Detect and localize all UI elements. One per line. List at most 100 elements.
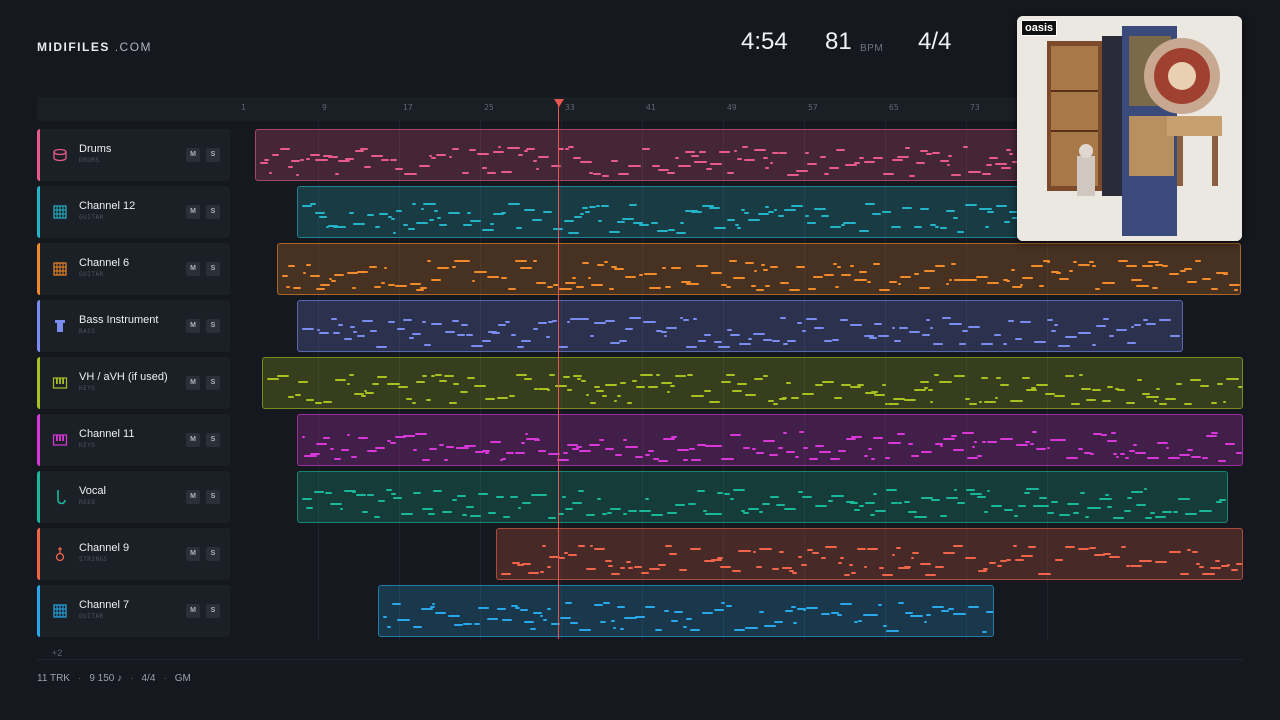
midi-note <box>721 458 734 460</box>
midi-note <box>492 151 505 153</box>
midi-note <box>689 629 700 631</box>
midi-note <box>581 380 586 382</box>
midi-note <box>1089 261 1094 263</box>
solo-button[interactable]: S <box>206 604 220 618</box>
mute-button[interactable]: M <box>186 319 200 333</box>
track-region[interactable] <box>254 129 1094 181</box>
solo-button[interactable]: S <box>206 148 220 162</box>
midi-note <box>813 276 824 278</box>
midi-note <box>611 573 621 575</box>
mute-button[interactable]: M <box>186 205 200 219</box>
midi-note <box>973 441 978 443</box>
midi-note <box>446 446 455 448</box>
track-header[interactable]: VH / aVH (if used) KEYS M S <box>37 357 230 409</box>
midi-note <box>996 205 1007 207</box>
track-region[interactable] <box>296 414 1243 466</box>
midi-note <box>1211 288 1219 290</box>
midi-note <box>276 375 289 377</box>
midi-note <box>1146 396 1160 398</box>
midi-note <box>635 456 644 458</box>
track-region[interactable] <box>496 528 1243 580</box>
playhead-handle[interactable] <box>554 99 564 107</box>
track-header[interactable]: Channel 6 GUITAR M S <box>37 243 230 295</box>
midi-note <box>386 383 400 385</box>
midi-note <box>605 448 614 450</box>
midi-note <box>982 568 988 570</box>
midi-note <box>966 457 978 459</box>
mute-button[interactable]: M <box>186 376 200 390</box>
midi-note <box>874 510 887 512</box>
midi-note <box>811 552 820 554</box>
midi-note <box>604 384 617 386</box>
mute-button[interactable]: M <box>186 262 200 276</box>
track-region[interactable] <box>378 585 994 637</box>
solo-button[interactable]: S <box>206 433 220 447</box>
midi-note <box>492 332 500 334</box>
midi-note <box>386 489 392 491</box>
midi-note <box>551 320 557 322</box>
midi-note <box>1054 559 1064 561</box>
more-tracks-indicator[interactable]: +2 <box>52 648 62 658</box>
midi-note <box>1047 319 1053 321</box>
playhead[interactable] <box>558 104 559 639</box>
solo-button[interactable]: S <box>206 205 220 219</box>
midi-note <box>744 262 754 264</box>
midi-note <box>370 330 378 332</box>
mute-button[interactable]: M <box>186 490 200 504</box>
midi-note <box>1064 546 1076 548</box>
solo-button[interactable]: S <box>206 376 220 390</box>
midi-note <box>554 385 568 387</box>
midi-note <box>790 606 796 608</box>
track-region[interactable] <box>296 186 1094 238</box>
solo-button[interactable]: S <box>206 262 220 276</box>
ruler-tick: 57 <box>808 103 818 112</box>
midi-note <box>617 395 621 397</box>
midi-note <box>743 447 751 449</box>
track-region[interactable] <box>296 471 1229 523</box>
midi-note <box>288 396 295 398</box>
mute-button[interactable]: M <box>186 604 200 618</box>
midi-note <box>679 222 684 224</box>
midi-note <box>991 505 1002 507</box>
track-header[interactable]: Bass Instrument BASS M S <box>37 300 230 352</box>
mute-button[interactable]: M <box>186 148 200 162</box>
mute-button[interactable]: M <box>186 433 200 447</box>
midi-note <box>753 270 758 272</box>
track-header[interactable]: Channel 11 KEYS M S <box>37 414 230 466</box>
track-region[interactable] <box>296 300 1184 352</box>
midi-note <box>843 222 856 224</box>
footer-divider <box>37 659 1243 660</box>
midi-note <box>958 343 967 345</box>
midi-note <box>612 627 616 629</box>
track-header[interactable]: Channel 12 GUITAR M S <box>37 186 230 238</box>
midi-note <box>753 333 765 335</box>
solo-button[interactable]: S <box>206 490 220 504</box>
midi-note <box>1014 515 1018 517</box>
solo-button[interactable]: S <box>206 319 220 333</box>
track-region[interactable] <box>261 357 1243 409</box>
track-header[interactable]: Channel 9 STRINGS M S <box>37 528 230 580</box>
track-header[interactable]: Drums DRUMS M S <box>37 129 230 181</box>
midi-note <box>1124 510 1131 512</box>
midi-note <box>1222 401 1227 403</box>
midi-note <box>951 174 962 176</box>
track-header[interactable]: Channel 7 GUITAR M S <box>37 585 230 637</box>
midi-note <box>740 550 752 552</box>
midi-note <box>603 261 608 263</box>
midi-note <box>560 617 572 619</box>
midi-note <box>644 606 656 608</box>
midi-note <box>976 276 989 278</box>
mute-button[interactable]: M <box>186 547 200 561</box>
midi-note <box>977 496 986 498</box>
midi-note <box>567 321 571 323</box>
midi-note <box>383 267 388 269</box>
midi-note <box>327 156 339 158</box>
track-region[interactable] <box>276 243 1241 295</box>
guitar-grid-icon <box>52 261 68 277</box>
midi-note <box>657 460 668 462</box>
midi-note <box>709 401 721 403</box>
midi-note <box>565 602 572 604</box>
midi-note <box>644 498 650 500</box>
solo-button[interactable]: S <box>206 547 220 561</box>
track-header[interactable]: Vocal REED M S <box>37 471 230 523</box>
